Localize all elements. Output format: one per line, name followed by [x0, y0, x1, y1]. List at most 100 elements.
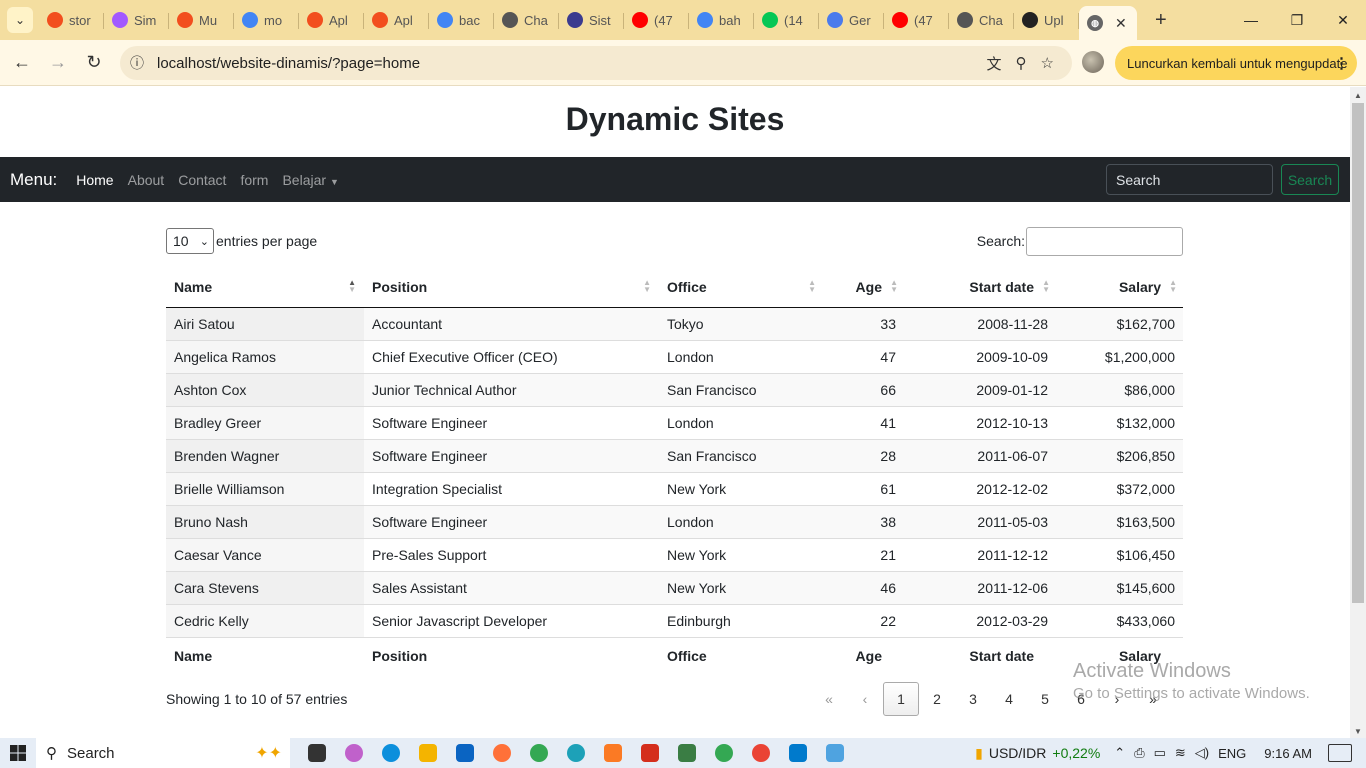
table-row[interactable]: Airi Satou Accountant Tokyo 33 2008-11-28 $16…: [166, 307, 1183, 341]
stock-widget[interactable]: ▮ USD/IDR +0,22%: [975, 745, 1100, 762]
browser-tab[interactable]: (14: [754, 5, 819, 35]
taskbar-app[interactable]: [631, 738, 668, 768]
taskbar-app[interactable]: [705, 738, 742, 768]
taskbar-app[interactable]: [298, 738, 335, 768]
browser-tab[interactable]: (47: [624, 5, 689, 35]
language-indicator[interactable]: ENG: [1218, 746, 1246, 761]
nav-link-about[interactable]: About: [128, 172, 165, 188]
browser-tab[interactable]: Sist: [559, 5, 624, 35]
table-row[interactable]: Cara Stevens Sales Assistant New York 46 201…: [166, 571, 1183, 605]
scroll-down-icon[interactable]: ▼: [1354, 727, 1362, 736]
table-row[interactable]: Angelica Ramos Chief Executive Officer (C…: [166, 340, 1183, 374]
usb-icon[interactable]: ⎙: [1134, 745, 1144, 761]
browser-tab[interactable]: mo: [234, 5, 299, 35]
column-header[interactable]: Office ▲ ▼: [659, 267, 824, 308]
taskbar-search[interactable]: ⚲ Search ✦✦: [36, 738, 290, 768]
browser-tab[interactable]: bah: [689, 5, 754, 35]
browser-tab[interactable]: Cha: [949, 5, 1014, 35]
taskbar-app[interactable]: [668, 738, 705, 768]
browser-tab[interactable]: Sim: [104, 5, 169, 35]
browser-tab[interactable]: Mu: [169, 5, 234, 35]
table-row[interactable]: Bruno Nash Software Engineer London 38 2011-…: [166, 505, 1183, 539]
nav-link-home[interactable]: Home: [76, 172, 113, 188]
taskbar-app[interactable]: [520, 738, 557, 768]
start-button[interactable]: [0, 745, 36, 761]
column-header[interactable]: Name ▲ ▼: [166, 267, 364, 308]
page-button-3[interactable]: 3: [955, 682, 991, 716]
column-header[interactable]: Age ▲ ▼: [824, 267, 904, 308]
maximize-icon[interactable]: ❐: [1274, 0, 1320, 40]
back-icon[interactable]: ←: [4, 45, 40, 81]
more-menu-icon[interactable]: ⋮: [1334, 54, 1349, 72]
browser-tab[interactable]: stor: [39, 5, 104, 35]
page-button-1[interactable]: 1: [883, 682, 919, 716]
browser-tab[interactable]: Ger: [819, 5, 884, 35]
zoom-icon[interactable]: ⚲: [1016, 54, 1027, 72]
google-icon: [437, 12, 453, 28]
bookmark-star-icon[interactable]: ☆: [1041, 54, 1054, 72]
taskbar-app[interactable]: [816, 738, 853, 768]
close-tab-icon[interactable]: ✕: [1115, 15, 1127, 32]
table-row[interactable]: Cedric Kelly Senior Javascript Developer E…: [166, 604, 1183, 638]
nav-link-form[interactable]: form: [240, 172, 268, 188]
column-header[interactable]: Salary ▲ ▼: [1056, 267, 1183, 308]
taskbar-app[interactable]: [335, 738, 372, 768]
relaunch-update-button[interactable]: Luncurkan kembali untuk mengupdate ⋮: [1115, 46, 1357, 80]
browser-tab[interactable]: bac: [429, 5, 494, 35]
taskbar-app[interactable]: [779, 738, 816, 768]
scrollbar-thumb[interactable]: [1352, 103, 1364, 603]
column-header[interactable]: Position ▲ ▼: [364, 267, 659, 308]
wifi-icon[interactable]: ≋: [1175, 745, 1186, 761]
omnibox[interactable]: ⓘ localhost/website-dinamis/?page=home 文…: [120, 46, 1072, 80]
browser-tab-active[interactable]: ◍ ✕: [1079, 6, 1137, 40]
taskbar-app[interactable]: [372, 738, 409, 768]
table-row[interactable]: Ashton Cox Junior Technical Author San Fra…: [166, 373, 1183, 407]
profile-avatar[interactable]: [1082, 51, 1104, 73]
table-search-input[interactable]: [1026, 226, 1183, 256]
table-row[interactable]: Bradley Greer Software Engineer London 41 20…: [166, 406, 1183, 440]
page-scrollbar[interactable]: ▲ ▼: [1350, 87, 1366, 738]
notification-icon[interactable]: [1328, 744, 1352, 762]
reload-icon[interactable]: ↻: [76, 45, 112, 81]
taskbar-app[interactable]: [594, 738, 631, 768]
browser-tab[interactable]: Upl: [1014, 5, 1079, 35]
page-button-5[interactable]: 5: [1027, 682, 1063, 716]
battery-icon[interactable]: ▭: [1154, 745, 1166, 761]
taskbar-app[interactable]: [446, 738, 483, 768]
page-nav-button[interactable]: «: [811, 682, 847, 716]
volume-icon[interactable]: ◁): [1195, 745, 1209, 761]
taskbar-app[interactable]: [409, 738, 446, 768]
nav-link-contact[interactable]: Contact: [178, 172, 226, 188]
clock[interactable]: 9:16 AM: [1264, 746, 1312, 761]
browser-tab[interactable]: Apl: [364, 5, 429, 35]
navbar-search-input[interactable]: Search: [1106, 164, 1273, 195]
browser-tab[interactable]: (47: [884, 5, 949, 35]
chevron-up-icon[interactable]: ⌃: [1114, 745, 1125, 761]
taskbar-app[interactable]: [557, 738, 594, 768]
browser-tab[interactable]: Cha: [494, 5, 559, 35]
page-button-2[interactable]: 2: [919, 682, 955, 716]
new-tab-icon[interactable]: +: [1155, 9, 1167, 32]
nav-link-belajar[interactable]: Belajar ▼: [282, 172, 339, 188]
page-button-4[interactable]: 4: [991, 682, 1027, 716]
taskbar-app[interactable]: [742, 738, 779, 768]
column-header[interactable]: Start date ▲ ▼: [904, 267, 1056, 308]
scroll-up-icon[interactable]: ▲: [1354, 91, 1362, 100]
table-row[interactable]: Caesar Vance Pre-Sales Support New York 21 2…: [166, 538, 1183, 572]
table-cell: 2012-03-29: [904, 604, 1056, 638]
forward-icon[interactable]: →: [40, 45, 76, 81]
translate-icon[interactable]: 文: [987, 53, 1002, 74]
page-nav-button[interactable]: ‹: [847, 682, 883, 716]
url-text[interactable]: localhost/website-dinamis/?page=home: [157, 55, 420, 72]
taskbar-app[interactable]: [483, 738, 520, 768]
navbar-search-button[interactable]: Search: [1281, 164, 1339, 195]
minimize-icon[interactable]: —: [1228, 0, 1274, 40]
browser-tab[interactable]: Apl: [299, 5, 364, 35]
table-row[interactable]: Brenden Wagner Software Engineer San Franc…: [166, 439, 1183, 473]
close-window-icon[interactable]: ✕: [1320, 0, 1366, 40]
tab-search-button[interactable]: ⌄: [7, 7, 33, 33]
table-row[interactable]: Brielle Williamson Integration Specialist…: [166, 472, 1183, 506]
site-info-icon[interactable]: ⓘ: [120, 53, 154, 73]
page-length-select[interactable]: 10 ⌄: [166, 228, 214, 254]
navbar-brand[interactable]: Menu:: [10, 170, 57, 190]
